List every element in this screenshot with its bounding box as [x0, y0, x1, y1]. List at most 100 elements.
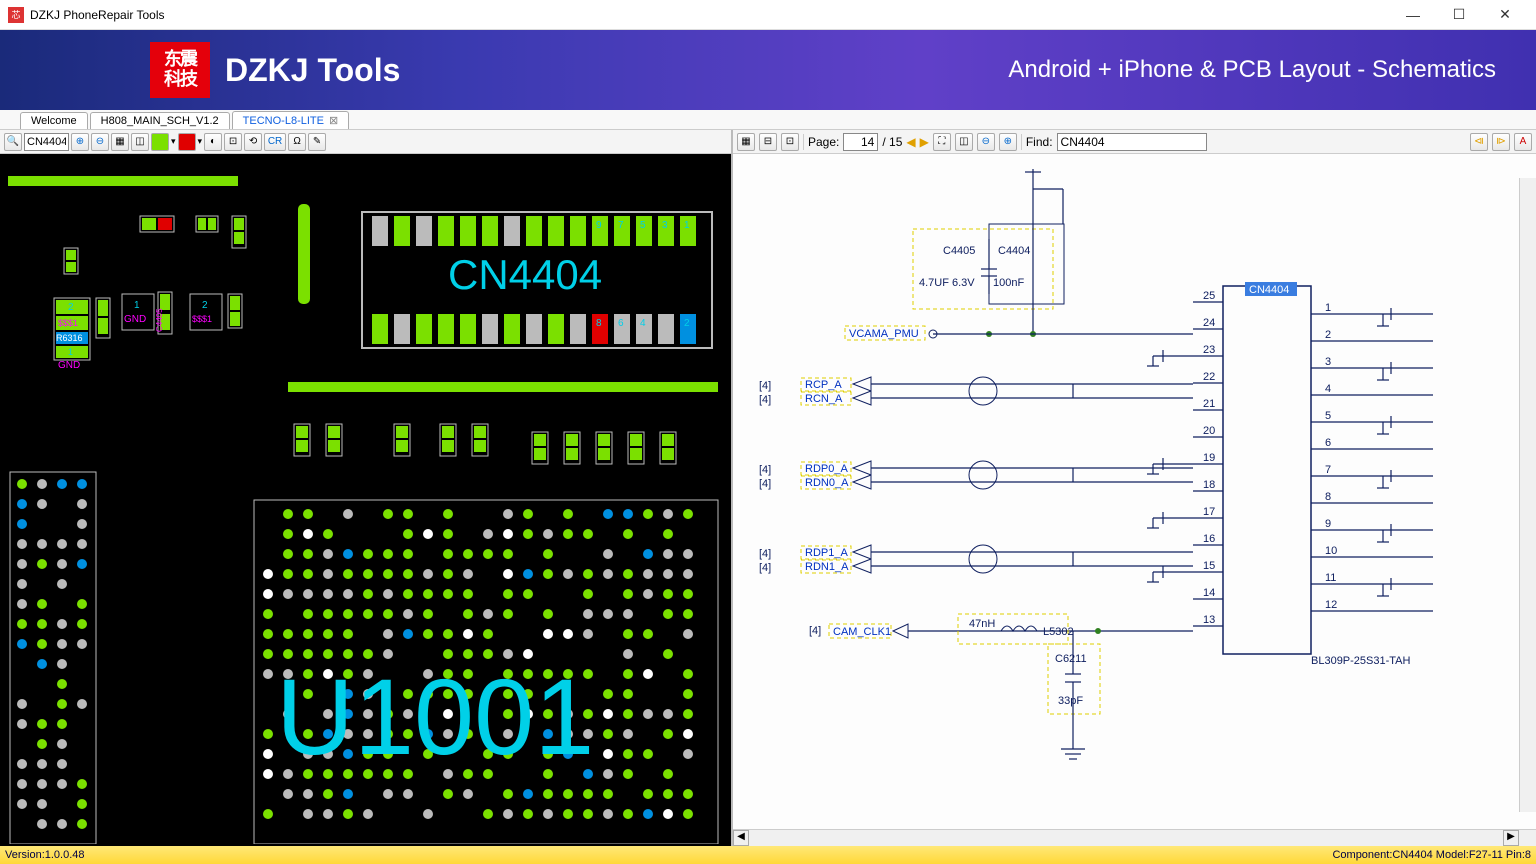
pcb-search-input[interactable]	[24, 133, 69, 151]
tab-close-icon[interactable]: ⊠	[329, 115, 338, 127]
svg-text:18: 18	[1203, 479, 1215, 491]
svg-text:[4]: [4]	[759, 562, 771, 574]
svg-text:RCP_A: RCP_A	[805, 379, 842, 391]
dropdown-icon[interactable]: ▾	[198, 136, 203, 147]
capture-icon[interactable]: ⊡	[224, 133, 242, 151]
svg-text:CAM_CLK1: CAM_CLK1	[833, 626, 891, 638]
svg-text:5: 5	[640, 220, 646, 231]
scrollbar-vertical[interactable]	[1519, 178, 1536, 812]
grid-icon[interactable]: ▦	[111, 133, 129, 151]
zoom-in-icon[interactable]: ⊕	[999, 133, 1017, 151]
tab-welcome[interactable]: Welcome	[20, 112, 88, 129]
tab-tecno[interactable]: TECNO-L8-LITE⊠	[232, 111, 350, 129]
svg-text:20: 20	[1203, 425, 1215, 437]
logo-text: DZKJ Tools	[225, 52, 400, 89]
tab-strip: Welcome H808_MAIN_SCH_V1.2 TECNO-L8-LITE…	[0, 110, 1536, 130]
pcb-toolbar: 🔍 ⊕ ⊖ ▦ ◫ ▾ ▾ ◐ ⊡ ⟲ CR Ω ✎	[0, 130, 731, 154]
svg-text:5: 5	[1325, 410, 1331, 422]
svg-text:4: 4	[640, 318, 646, 329]
close-button[interactable]: ✕	[1482, 0, 1528, 30]
svg-text:$$$1: $$$1	[192, 314, 212, 324]
cr-button[interactable]: CR	[264, 133, 286, 151]
svg-text:1: 1	[68, 347, 73, 357]
zoom-window-icon[interactable]: ◫	[955, 133, 973, 151]
svg-text:7: 7	[618, 220, 624, 231]
svg-text:[4]: [4]	[759, 548, 771, 560]
pcb-viewport[interactable]: 9 7 5 3 1 CN4404 8 6 4 2	[0, 154, 731, 846]
svg-text:14: 14	[1203, 587, 1215, 599]
svg-text:17: 17	[1203, 506, 1215, 518]
sch-tool-icon[interactable]: ⊡	[781, 133, 799, 151]
rotate-icon[interactable]: ⟲	[244, 133, 262, 151]
text-icon[interactable]: A	[1514, 133, 1532, 151]
svg-text:[4]: [4]	[759, 394, 771, 406]
page-total: / 15	[882, 135, 902, 149]
sch-tool-icon[interactable]: ▦	[737, 133, 755, 151]
svg-text:13: 13	[1203, 614, 1215, 626]
zoom-in-icon[interactable]: ⊕	[71, 133, 89, 151]
svg-text:100nF: 100nF	[993, 277, 1024, 289]
svg-text:C4405: C4405	[943, 245, 975, 257]
svg-text:33pF: 33pF	[1058, 695, 1083, 707]
svg-text:25: 25	[1203, 290, 1215, 302]
svg-text:$$$1: $$$1	[58, 318, 78, 328]
svg-text:RDN1_A: RDN1_A	[805, 561, 849, 573]
find-next-icon[interactable]: ⧐	[1492, 133, 1510, 151]
svg-text:C4404: C4404	[998, 245, 1030, 257]
ohm-icon[interactable]: Ω	[288, 133, 306, 151]
layer-red-swatch[interactable]	[178, 133, 196, 151]
cn4404-label: CN4404	[448, 251, 602, 298]
find-prev-icon[interactable]: ⧏	[1470, 133, 1488, 151]
schematic-toolbar: ▦ ⊟ ⊡ Page: / 15 ◀ ▶ ⛶ ◫ ⊖ ⊕ Find: ⧏ ⧐ A	[733, 130, 1536, 154]
page-prev-icon[interactable]: ◀	[906, 135, 915, 149]
svg-text:11: 11	[1325, 572, 1336, 584]
svg-text:7: 7	[1325, 464, 1331, 476]
svg-text:19: 19	[1203, 452, 1215, 464]
svg-text:23: 23	[1203, 344, 1215, 356]
status-component: Component:CN4404 Model:F27-11 Pin:8	[1332, 849, 1531, 861]
svg-text:RDN0_A: RDN0_A	[805, 477, 849, 489]
svg-text:RDP0_A: RDP0_A	[805, 463, 848, 475]
fit-icon[interactable]: ⛶	[933, 133, 951, 151]
tab-h808[interactable]: H808_MAIN_SCH_V1.2	[90, 112, 230, 129]
cn4404-bottom-pads: 8 6 4 2	[372, 314, 696, 344]
svg-text:RCN_A: RCN_A	[805, 393, 843, 405]
svg-text:2: 2	[1325, 329, 1331, 341]
maximize-button[interactable]: ☐	[1436, 0, 1482, 30]
pcb-svg: 9 7 5 3 1 CN4404 8 6 4 2	[0, 154, 731, 844]
flip-icon[interactable]: ◐	[204, 133, 222, 151]
minimize-button[interactable]: —	[1390, 0, 1436, 30]
svg-text:[4]: [4]	[759, 464, 771, 476]
svg-text:RDP1_A: RDP1_A	[805, 547, 848, 559]
svg-text:9: 9	[1325, 518, 1331, 530]
sch-tool-icon[interactable]: ⊟	[759, 133, 777, 151]
find-input[interactable]	[1057, 133, 1207, 151]
scrollbar-horizontal[interactable]: ◀ ▶	[733, 829, 1536, 846]
svg-text:8: 8	[596, 318, 602, 329]
schematic-svg: CN4404 25242322212019181716151413 123456…	[733, 154, 1533, 814]
svg-text:4: 4	[1325, 383, 1331, 395]
svg-text:8: 8	[1325, 491, 1331, 503]
svg-text:R6316: R6316	[56, 333, 83, 343]
svg-text:BL309P-25S31-TAH: BL309P-25S31-TAH	[1311, 655, 1411, 667]
zoom-out-icon[interactable]: ⊖	[977, 133, 995, 151]
note-icon[interactable]: ✎	[308, 133, 326, 151]
search-icon[interactable]: 🔍	[4, 133, 22, 151]
svg-text:12: 12	[1325, 599, 1337, 611]
svg-text:C4405: C4405	[155, 308, 164, 332]
schematic-viewport[interactable]: CN4404 25242322212019181716151413 123456…	[733, 154, 1536, 829]
svg-text:2: 2	[684, 318, 690, 329]
svg-text:10: 10	[1325, 545, 1337, 557]
layer-green-swatch[interactable]	[151, 133, 169, 151]
svg-text:24: 24	[1203, 317, 1215, 329]
zoom-out-icon[interactable]: ⊖	[91, 133, 109, 151]
page-next-icon[interactable]: ▶	[920, 135, 929, 149]
dropdown-icon[interactable]: ▾	[171, 136, 176, 147]
tagline: Android + iPhone & PCB Layout - Schemati…	[1008, 56, 1496, 84]
statusbar: Version:1.0.0.48 Component:CN4404 Model:…	[0, 846, 1536, 864]
page-input[interactable]	[843, 133, 878, 151]
chip-icon[interactable]: ◫	[131, 133, 149, 151]
u1001-label: U1001	[276, 656, 594, 777]
pcb-panel: 🔍 ⊕ ⊖ ▦ ◫ ▾ ▾ ◐ ⊡ ⟲ CR Ω ✎	[0, 130, 733, 846]
cn4404-top-pads: 9 7 5 3 1	[372, 216, 696, 246]
